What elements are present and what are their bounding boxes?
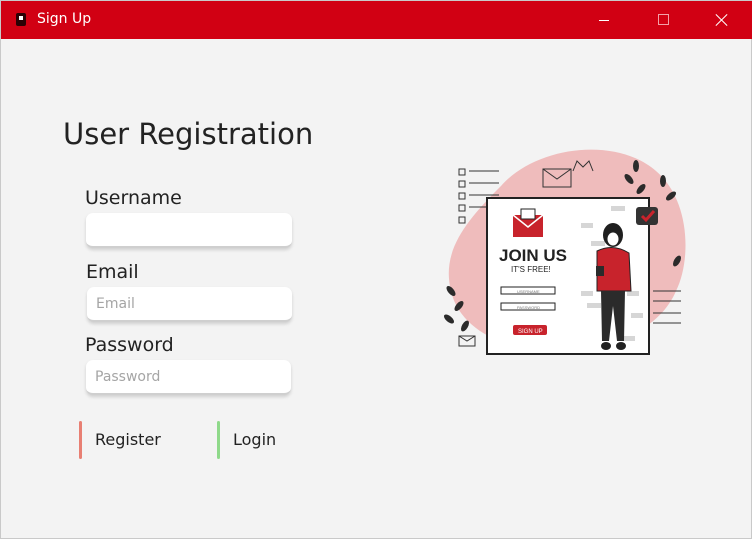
illustration-signup-text: SIGN UP [518, 329, 543, 335]
check-bubble [636, 207, 658, 225]
login-button[interactable]: Login [217, 421, 297, 459]
close-button[interactable] [699, 1, 745, 39]
maximize-button[interactable] [641, 1, 687, 39]
illustration-subline: IT'S FREE! [511, 265, 551, 274]
email-label: Email [86, 261, 139, 283]
title-bar[interactable]: Sign Up [1, 1, 752, 39]
minimize-button[interactable] [581, 1, 627, 39]
password-label: Password [85, 334, 174, 356]
login-accent-bar [217, 421, 220, 459]
illustration-field-1-text: USERNAME [517, 289, 540, 294]
join-us-illustration: JOIN US IT'S FREE! USERNAME PASSWORD SIG… [444, 149, 686, 355]
page-title: User Registration [63, 117, 314, 151]
illustration-headline: JOIN US [499, 246, 567, 265]
register-button-label: Register [95, 430, 161, 449]
illustration-field-2-text: PASSWORD [517, 305, 540, 310]
app-icon [16, 13, 26, 26]
email-input[interactable] [87, 287, 292, 322]
register-button[interactable]: Register [79, 421, 189, 459]
password-input[interactable] [86, 360, 291, 395]
register-accent-bar [79, 421, 82, 459]
username-label: Username [85, 187, 182, 209]
login-button-label: Login [233, 430, 277, 449]
username-input[interactable] [86, 213, 292, 248]
window-title: Sign Up [37, 11, 92, 27]
sign-up-window: Sign Up User Registration Username Email… [0, 0, 752, 539]
